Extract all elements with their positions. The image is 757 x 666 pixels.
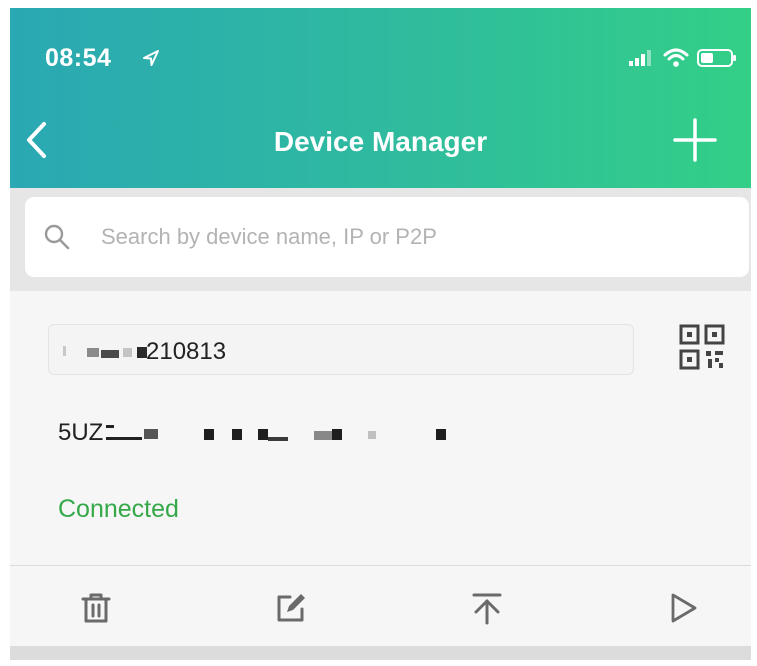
app-screen: 08:54 Device Manager Search by device na… <box>10 8 751 660</box>
header-bar: 08:54 Device Manager <box>10 8 751 188</box>
device-card[interactable]: 210813 5UZ Connected <box>10 291 751 566</box>
page-title: Device Manager <box>273 126 488 157</box>
pin-to-top-icon[interactable] <box>469 590 505 626</box>
device-actions <box>10 566 751 646</box>
search-box[interactable] <box>25 197 749 277</box>
edit-icon[interactable] <box>273 590 309 626</box>
connection-status: Connected <box>58 495 179 523</box>
qr-code-icon[interactable] <box>678 323 726 371</box>
signal-icon <box>629 50 651 66</box>
search-input[interactable] <box>101 217 721 257</box>
battery-icon <box>697 49 736 67</box>
search-icon <box>44 224 70 250</box>
redacted-p2p-mask <box>106 425 446 441</box>
status-icons <box>629 48 737 68</box>
search-section <box>10 188 751 291</box>
add-device-plus-icon[interactable] <box>671 116 719 164</box>
status-time: 08:54 <box>45 44 112 72</box>
device-name-text: 210813 <box>146 338 227 365</box>
next-card-edge <box>10 646 751 660</box>
location-arrow-icon <box>143 50 159 66</box>
play-icon[interactable] <box>665 590 701 626</box>
device-p2p-text: 5UZ <box>58 419 104 446</box>
wifi-icon <box>663 48 689 67</box>
redacted-name-mask <box>63 346 147 358</box>
device-name-field[interactable]: 210813 <box>48 324 634 375</box>
trash-icon[interactable] <box>78 590 114 626</box>
